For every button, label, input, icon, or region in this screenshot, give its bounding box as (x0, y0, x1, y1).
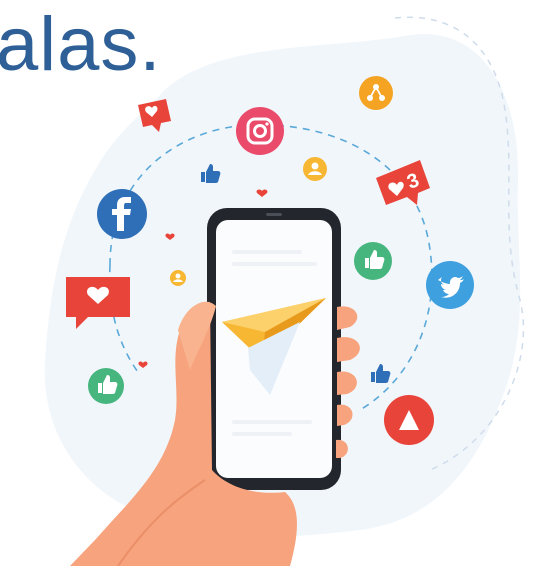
page-heading: alas. (0, 2, 162, 87)
illustration-scene: 3 alas. (0, 0, 536, 567)
like-thumb-icon (354, 242, 392, 280)
share-icon (359, 76, 393, 110)
instagram-icon (236, 107, 284, 155)
user-icon-small (170, 270, 186, 286)
youtube-play-icon (384, 395, 434, 445)
twitter-bird-icon (426, 261, 474, 309)
facebook-icon (97, 189, 147, 239)
like-thumb-icon-2 (88, 368, 124, 404)
user-icon (303, 157, 327, 181)
